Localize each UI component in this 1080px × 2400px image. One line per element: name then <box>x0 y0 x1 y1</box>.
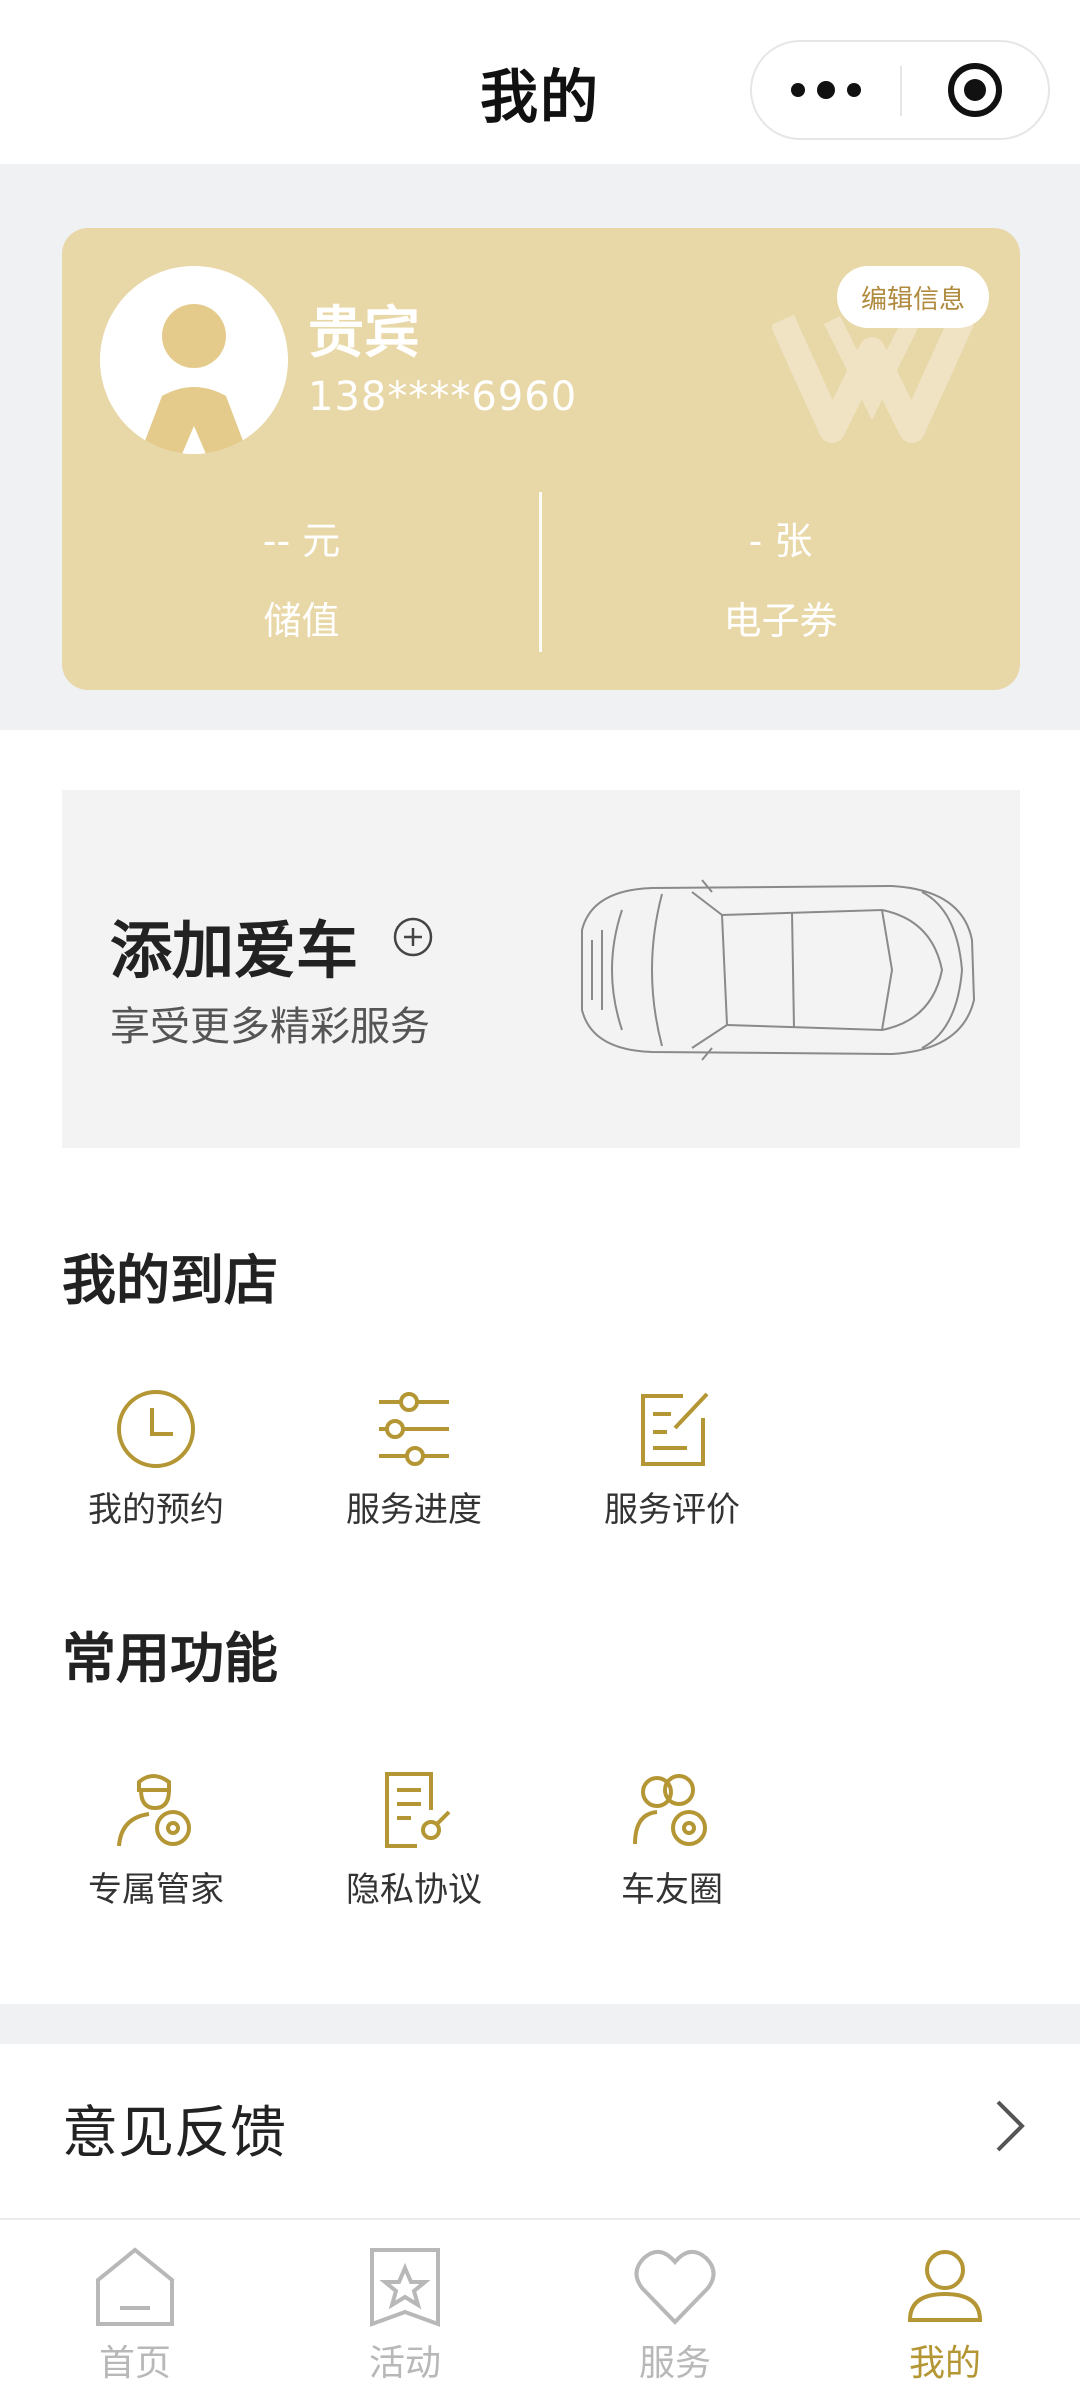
sliders-icon <box>379 1392 449 1466</box>
coupon-label: 电子券 <box>723 599 838 643</box>
tab-service-label: 服务 <box>638 2343 711 2384</box>
document-icon <box>385 1772 451 1848</box>
service-progress-item[interactable]: 服务进度 <box>284 1388 544 1568</box>
mini-program-capsule <box>750 40 1050 140</box>
my-appointments-label: 我的预约 <box>88 1490 224 1530</box>
exclusive-butler-label: 专属管家 <box>88 1870 224 1910</box>
heart-icon <box>634 2250 716 2325</box>
my-visits-title: 我的到店 <box>62 1249 278 1312</box>
users-icon <box>633 1774 707 1846</box>
add-car-card[interactable]: 添加爱车 享受更多精彩服务 <box>62 790 1020 1148</box>
stored-value-amount: -- 元 <box>262 519 341 563</box>
user-phone: 138****6960 <box>308 374 578 420</box>
header: 我的 <box>0 0 1080 164</box>
member-card: 贵宾 138****6960 编辑信息 -- 元 储值 - 张 电子券 <box>62 228 1020 690</box>
feedback-row[interactable]: 意见反馈 <box>0 2044 1080 2204</box>
car-friends-item[interactable]: 车友圈 <box>542 1768 802 1948</box>
tab-mine[interactable]: 我的 <box>810 2220 1080 2400</box>
profile-section: 贵宾 138****6960 编辑信息 -- 元 储值 - 张 电子券 <box>0 164 1080 730</box>
coupon-stat[interactable]: - 张 电子券 <box>541 510 1020 645</box>
add-car-subtitle: 享受更多精彩服务 <box>110 1004 430 1050</box>
stored-value-label: 储值 <box>263 599 340 643</box>
my-appointments-item[interactable]: 我的预约 <box>26 1388 286 1568</box>
tab-home-label: 首页 <box>98 2343 171 2384</box>
user-icon <box>907 2250 983 2322</box>
more-icon <box>791 83 805 97</box>
tab-bar: 首页 活动 服务 我的 <box>0 2218 1080 2400</box>
tab-service[interactable]: 服务 <box>540 2220 810 2400</box>
car-outline-icon <box>581 879 976 1061</box>
plus-circle-icon <box>393 917 433 957</box>
stored-value-stat[interactable]: -- 元 储值 <box>62 510 541 645</box>
tab-home[interactable]: 首页 <box>0 2220 270 2400</box>
coupon-count: - 张 <box>748 519 813 563</box>
service-progress-label: 服务进度 <box>346 1490 482 1530</box>
avatar[interactable] <box>100 266 288 454</box>
privacy-agreement-item[interactable]: 隐私协议 <box>284 1768 544 1948</box>
target-close-icon <box>948 63 1002 117</box>
exclusive-butler-item[interactable]: 专属管家 <box>26 1768 286 1948</box>
tab-mine-label: 我的 <box>908 2343 981 2384</box>
tab-activity[interactable]: 活动 <box>270 2220 540 2400</box>
section-divider <box>0 2004 1080 2044</box>
tab-activity-label: 活动 <box>368 2343 441 2384</box>
privacy-agreement-label: 隐私协议 <box>346 1870 482 1910</box>
close-button[interactable] <box>902 42 1048 138</box>
star-icon <box>370 2248 440 2327</box>
more-button[interactable] <box>752 42 900 138</box>
common-functions-title: 常用功能 <box>62 1627 278 1690</box>
feedback-label: 意见反馈 <box>62 2101 286 2166</box>
user-name: 贵宾 <box>308 301 420 366</box>
add-car-title: 添加爱车 <box>110 914 359 987</box>
service-review-label: 服务评价 <box>604 1490 740 1530</box>
edit-info-button[interactable]: 编辑信息 <box>837 266 989 328</box>
edit-note-icon <box>641 1392 709 1466</box>
chevron-right-icon <box>996 2100 1025 2152</box>
home-icon <box>96 2247 174 2326</box>
service-review-item[interactable]: 服务评价 <box>542 1388 802 1568</box>
default-avatar-icon <box>140 304 248 454</box>
butler-icon <box>117 1774 191 1847</box>
car-friends-label: 车友圈 <box>621 1870 723 1910</box>
clock-icon <box>117 1390 195 1468</box>
